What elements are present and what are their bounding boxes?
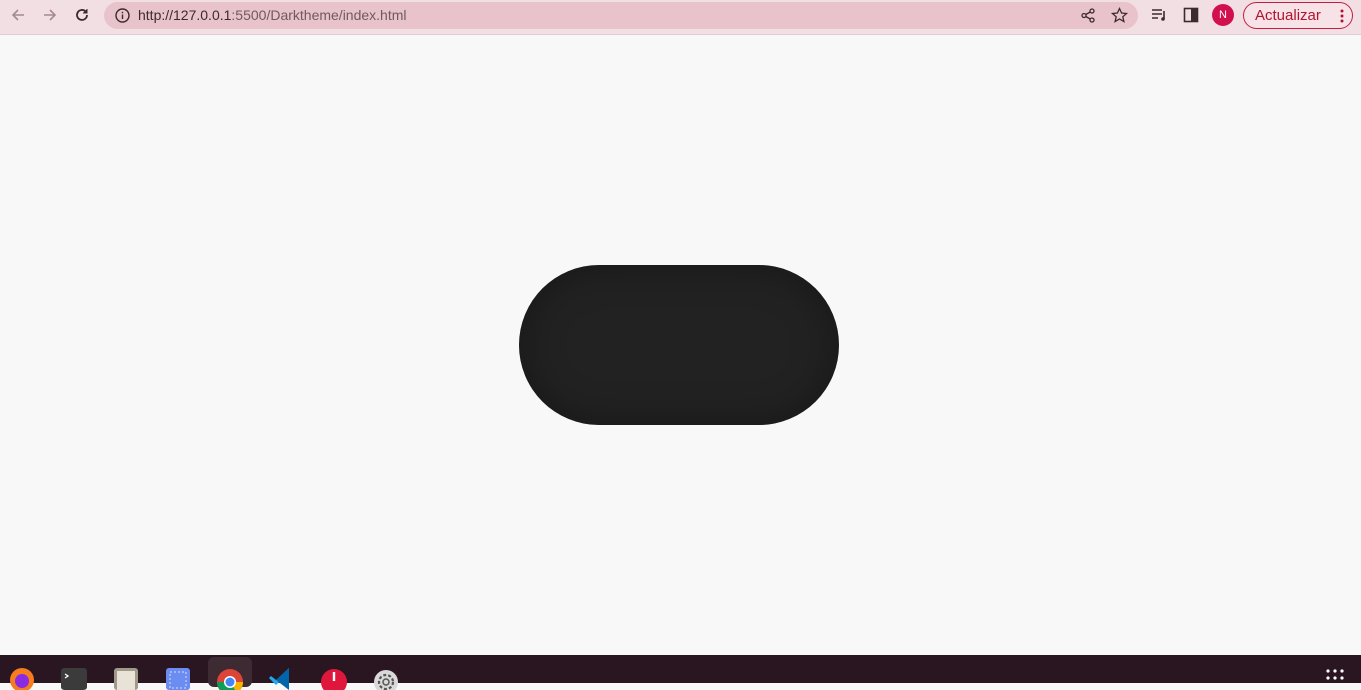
profile-avatar[interactable]: N: [1212, 4, 1234, 26]
terminal-icon[interactable]: [59, 660, 89, 690]
reading-list-icon[interactable]: [1149, 5, 1169, 25]
reload-button[interactable]: [70, 3, 94, 27]
update-button-label: Actualizar: [1255, 7, 1321, 24]
browser-toolbar: http://127.0.0.1:5500/Darktheme/index.ht…: [0, 0, 1361, 35]
back-button[interactable]: [6, 3, 30, 27]
firefox-icon[interactable]: [7, 660, 37, 690]
side-panel-icon[interactable]: [1181, 5, 1201, 25]
dark-theme-toggle[interactable]: [519, 265, 839, 425]
taskbar: [0, 655, 1361, 690]
files-icon[interactable]: [111, 660, 141, 690]
share-icon[interactable]: [1079, 6, 1098, 25]
update-button[interactable]: Actualizar: [1243, 2, 1353, 29]
app-grid-icon[interactable]: [1326, 669, 1344, 681]
screenshot-icon[interactable]: [163, 660, 193, 690]
address-bar[interactable]: http://127.0.0.1:5500/Darktheme/index.ht…: [104, 2, 1138, 29]
settings-icon[interactable]: [371, 660, 401, 690]
bookmark-star-icon[interactable]: [1110, 6, 1129, 25]
chrome-icon[interactable]: [215, 660, 245, 690]
url-path: :5500/Darktheme/index.html: [231, 7, 407, 23]
url-text: http://127.0.0.1:5500/Darktheme/index.ht…: [138, 7, 407, 23]
more-options-icon: [1340, 9, 1344, 23]
page-content: [0, 36, 1361, 655]
info-icon[interactable]: [114, 7, 131, 24]
updates-icon[interactable]: [319, 660, 349, 690]
vscode-icon[interactable]: [267, 660, 297, 690]
arrow-left-icon: [11, 9, 24, 21]
reload-icon: [76, 9, 88, 21]
forward-button[interactable]: [38, 3, 62, 27]
arrow-right-icon: [44, 9, 57, 21]
url-host: http://127.0.0.1: [138, 7, 232, 23]
